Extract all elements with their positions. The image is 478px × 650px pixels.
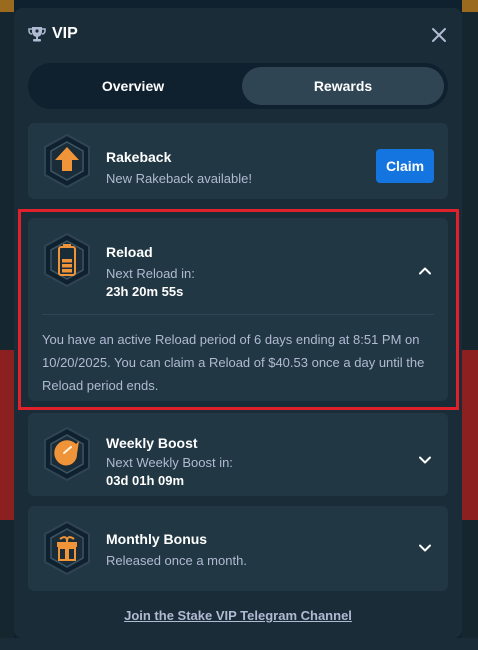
gift-hex-icon — [44, 520, 90, 576]
battery-hex-icon — [44, 232, 90, 288]
modal-title: VIP — [52, 25, 78, 42]
reload-countdown: 23h 20m 55s — [106, 284, 184, 299]
divider — [42, 314, 434, 315]
rakeback-card: Rakeback New Rakeback available! Claim — [28, 123, 448, 199]
chevron-down-icon[interactable] — [418, 453, 432, 467]
chevron-up-icon[interactable] — [418, 264, 432, 278]
rakeback-title: Rakeback — [106, 149, 172, 165]
arrow-up-hex-icon — [44, 133, 90, 189]
rakeback-subtitle: New Rakeback available! — [106, 171, 252, 186]
telegram-channel-link[interactable]: Join the Stake VIP Telegram Channel — [14, 608, 462, 623]
rocket-hex-icon — [44, 426, 90, 482]
tab-switcher: Overview Rewards — [28, 63, 448, 109]
reload-subtitle: Next Reload in: — [106, 266, 195, 281]
weekly-boost-countdown: 03d 01h 09m — [106, 473, 185, 488]
monthly-bonus-subtitle: Released once a month. — [106, 553, 247, 568]
modal-header: VIP — [14, 8, 462, 64]
claim-button[interactable]: Claim — [376, 149, 434, 183]
close-icon[interactable] — [430, 26, 448, 44]
monthly-bonus-card[interactable]: Monthly Bonus Released once a month. — [28, 506, 448, 591]
reload-title: Reload — [106, 244, 153, 260]
weekly-boost-subtitle: Next Weekly Boost in: — [106, 455, 233, 470]
vip-modal: VIP Overview Rewards Rakeback New Rakeba… — [14, 8, 462, 638]
reload-card: Reload Next Reload in: 23h 20m 55s You h… — [28, 218, 448, 401]
tab-overview[interactable]: Overview — [32, 67, 234, 105]
tab-rewards[interactable]: Rewards — [242, 67, 444, 105]
weekly-boost-title: Weekly Boost — [106, 435, 198, 451]
weekly-boost-card[interactable]: Weekly Boost Next Weekly Boost in: 03d 0… — [28, 413, 448, 496]
monthly-bonus-title: Monthly Bonus — [106, 531, 208, 547]
chevron-down-icon[interactable] — [418, 541, 432, 555]
trophy-icon — [28, 27, 46, 42]
reload-description: You have an active Reload period of 6 da… — [42, 332, 425, 393]
